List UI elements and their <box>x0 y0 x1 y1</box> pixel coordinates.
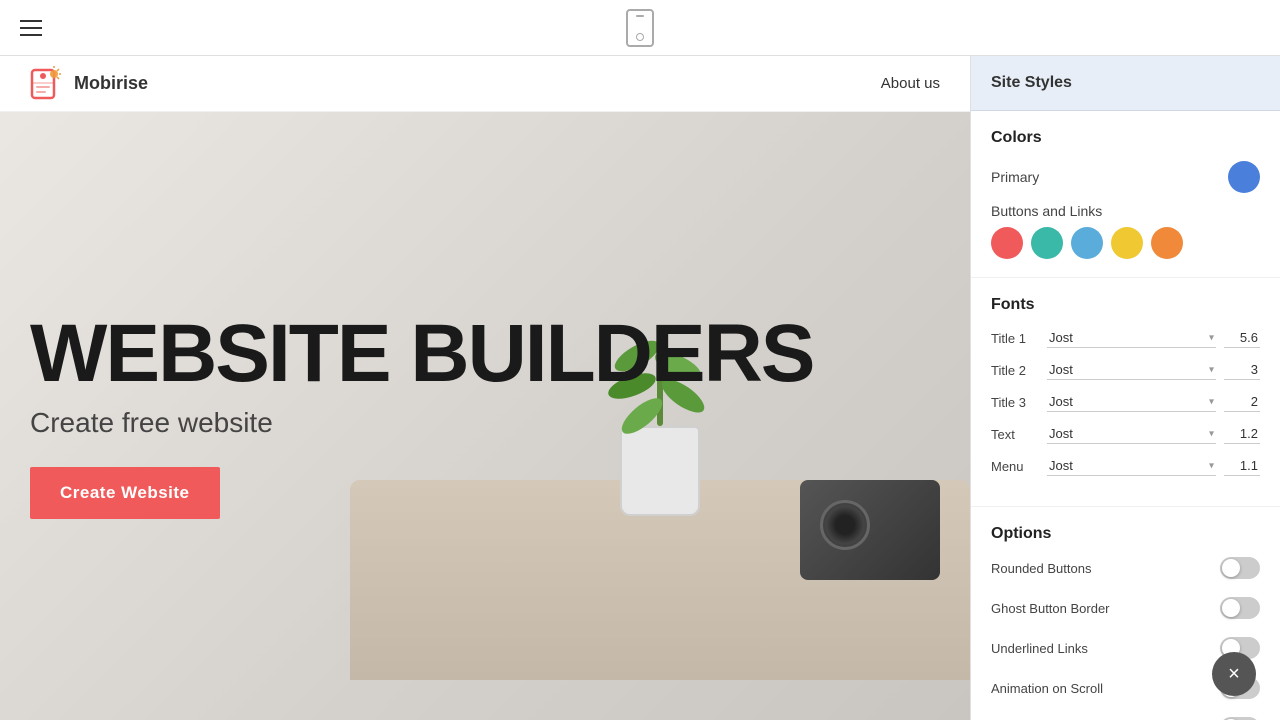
camera-lens <box>820 500 870 550</box>
hero-title: WEBSITE BUILDERS <box>30 313 813 395</box>
fonts-section: Fonts Title 1 JostRobotoOpen Sans ▾ Titl… <box>971 278 1280 507</box>
colors-section-title: Colors <box>991 129 1260 147</box>
primary-color-circle[interactable] <box>1228 161 1260 193</box>
font-row-text: Text JostRobotoOpen Sans ▾ <box>991 424 1260 444</box>
font-label-menu: Menu <box>991 459 1039 474</box>
font-row-menu: Menu JostRobotoOpen Sans ▾ <box>991 456 1260 476</box>
color-option-orange[interactable] <box>1151 227 1183 259</box>
panel-header: Site Styles <box>971 56 1280 111</box>
preview-area: Mobirise About us <box>0 56 970 720</box>
font-select-menu[interactable]: JostRobotoOpen Sans <box>1047 456 1216 476</box>
color-option-teal[interactable] <box>1031 227 1063 259</box>
font-label-title3: Title 3 <box>991 395 1039 410</box>
buttons-links-label: Buttons and Links <box>991 203 1102 219</box>
preview-logo: Mobirise <box>30 66 148 102</box>
logo-icon <box>30 66 66 102</box>
font-select-title2[interactable]: JostRobotoOpen Sans <box>1047 360 1216 380</box>
menu-icon[interactable] <box>20 20 42 36</box>
panel-title: Site Styles <box>991 74 1072 91</box>
color-option-yellow[interactable] <box>1111 227 1143 259</box>
options-section-title: Options <box>991 525 1260 543</box>
logo-text: Mobirise <box>74 73 148 94</box>
font-label-title2: Title 2 <box>991 363 1039 378</box>
option-rounded-buttons-label: Rounded Buttons <box>991 561 1091 576</box>
font-select-wrapper-text: JostRobotoOpen Sans ▾ <box>1047 424 1216 444</box>
option-animation-scroll-label: Animation on Scroll <box>991 681 1103 696</box>
font-size-text[interactable] <box>1224 424 1260 444</box>
font-size-menu[interactable] <box>1224 456 1260 476</box>
right-panel: Site Styles Colors Primary Buttons and L… <box>970 56 1280 720</box>
close-fab-button[interactable]: × <box>1212 652 1256 696</box>
font-select-title1[interactable]: JostRobotoOpen Sans <box>1047 328 1216 348</box>
option-underlined-links-label: Underlined Links <box>991 641 1088 656</box>
option-ghost-button-border: Ghost Button Border <box>991 597 1260 619</box>
color-option-red[interactable] <box>991 227 1023 259</box>
font-label-text: Text <box>991 427 1039 442</box>
hero-section: WEBSITE BUILDERS Create free website Cre… <box>0 112 970 720</box>
color-option-blue[interactable] <box>1071 227 1103 259</box>
preview-navbar: Mobirise About us <box>0 56 970 112</box>
font-row-title1: Title 1 JostRobotoOpen Sans ▾ <box>991 328 1260 348</box>
option-ghost-button-label: Ghost Button Border <box>991 601 1110 616</box>
topbar <box>0 0 1280 56</box>
create-website-button[interactable]: Create Website <box>30 467 220 519</box>
buttons-links-row: Buttons and Links <box>991 203 1260 259</box>
primary-color-label: Primary <box>991 169 1039 185</box>
font-size-title2[interactable] <box>1224 360 1260 380</box>
font-select-title3[interactable]: JostRobotoOpen Sans <box>1047 392 1216 412</box>
colors-section: Colors Primary Buttons and Links <box>971 111 1280 278</box>
hero-subtitle: Create free website <box>30 407 813 439</box>
font-label-title1: Title 1 <box>991 331 1039 346</box>
primary-color-row: Primary <box>991 161 1260 193</box>
fonts-section-title: Fonts <box>991 296 1260 314</box>
font-row-title3: Title 3 JostRobotoOpen Sans ▾ <box>991 392 1260 412</box>
main-area: Mobirise About us <box>0 56 1280 720</box>
font-select-wrapper-title3: JostRobotoOpen Sans ▾ <box>1047 392 1216 412</box>
font-size-title1[interactable] <box>1224 328 1260 348</box>
camera-body <box>800 480 940 580</box>
ghost-button-toggle[interactable] <box>1220 597 1260 619</box>
font-select-text[interactable]: JostRobotoOpen Sans <box>1047 424 1216 444</box>
font-row-title2: Title 2 JostRobotoOpen Sans ▾ <box>991 360 1260 380</box>
font-select-wrapper-title1: JostRobotoOpen Sans ▾ <box>1047 328 1216 348</box>
font-select-wrapper-title2: JostRobotoOpen Sans ▾ <box>1047 360 1216 380</box>
font-select-wrapper-menu: JostRobotoOpen Sans ▾ <box>1047 456 1216 476</box>
rounded-buttons-toggle[interactable] <box>1220 557 1260 579</box>
nav-about-link[interactable]: About us <box>881 75 940 92</box>
mobile-device-icon[interactable] <box>626 9 654 47</box>
hero-content: WEBSITE BUILDERS Create free website Cre… <box>30 313 813 519</box>
color-options-row <box>991 227 1260 259</box>
option-rounded-buttons: Rounded Buttons <box>991 557 1260 579</box>
font-size-title3[interactable] <box>1224 392 1260 412</box>
close-icon: × <box>1228 663 1240 686</box>
